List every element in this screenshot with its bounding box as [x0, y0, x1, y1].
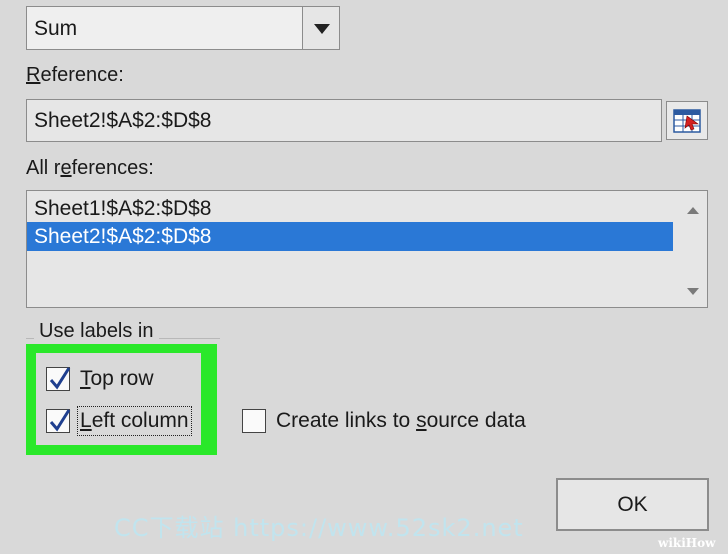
checkmark-icon	[49, 409, 71, 432]
function-value: Sum	[34, 17, 78, 40]
create-links-checkbox[interactable]	[242, 409, 266, 433]
all-references-list[interactable]: Sheet1!$A$2:$D$8 Sheet2!$A$2:$D$8	[26, 190, 708, 308]
watermark-text: CC下载站 https://www.52sk2.net	[114, 514, 524, 542]
function-dropdown[interactable]: Sum	[26, 6, 302, 50]
create-links-label[interactable]: Create links to source data	[276, 409, 526, 433]
left-column-checkbox[interactable]	[46, 409, 71, 433]
checkmark-icon	[49, 367, 71, 390]
use-labels-title: Use labels in	[34, 320, 159, 343]
left-column-label[interactable]: Left column	[77, 406, 192, 436]
top-row-checkbox[interactable]	[46, 367, 71, 391]
reference-label: Reference:	[26, 64, 124, 86]
wikihow-logo: wikiHow	[658, 536, 716, 550]
collapse-dialog-button[interactable]	[666, 101, 708, 140]
list-item-selected[interactable]: Sheet2!$A$2:$D$8	[27, 222, 673, 251]
list-item[interactable]: Sheet1!$A$2:$D$8	[27, 194, 673, 223]
function-dropdown-button[interactable]	[302, 6, 340, 50]
all-references-label: All references:	[26, 157, 154, 179]
scroll-down-icon[interactable]	[687, 288, 699, 295]
range-select-icon	[673, 109, 701, 133]
reference-input[interactable]: Sheet2!$A$2:$D$8	[26, 99, 662, 142]
top-row-label[interactable]: Top row	[80, 367, 154, 391]
scroll-up-icon[interactable]	[687, 207, 699, 214]
chevron-down-icon	[314, 24, 330, 34]
reference-value: Sheet2!$A$2:$D$8	[34, 109, 212, 132]
ok-button[interactable]: OK	[556, 478, 709, 531]
